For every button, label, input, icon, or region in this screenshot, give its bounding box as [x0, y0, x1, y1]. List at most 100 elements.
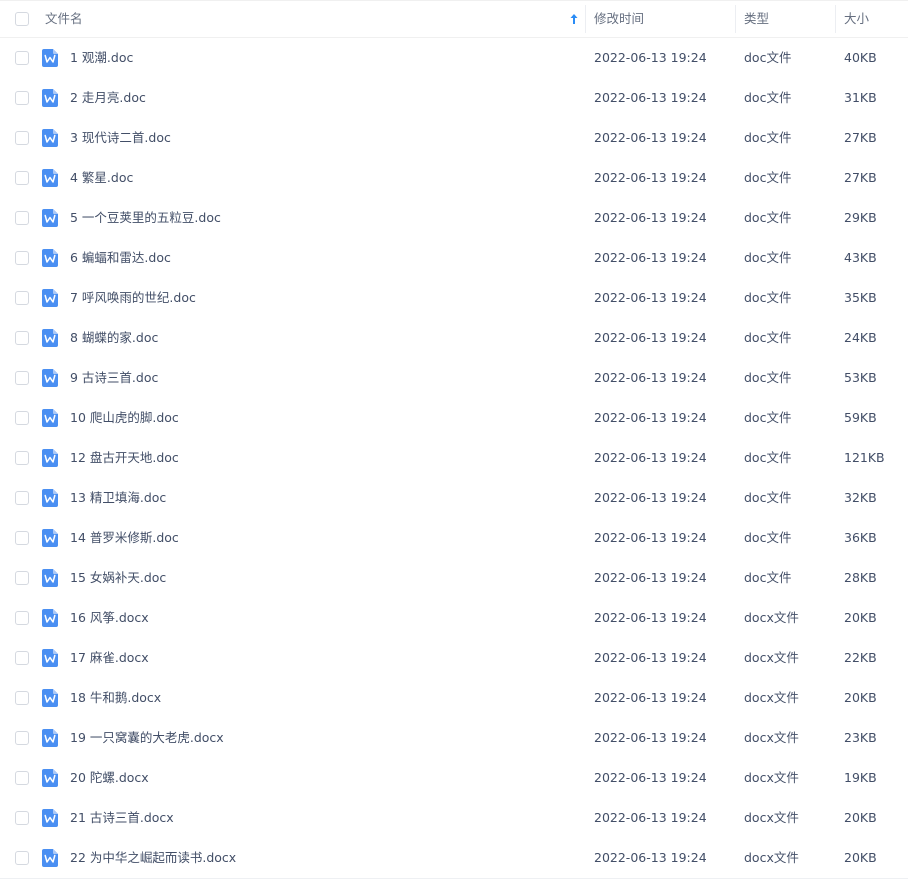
- table-row[interactable]: 20 陀螺.docx 2022-06-13 19:24 docx文件 19KB: [0, 758, 908, 798]
- file-name[interactable]: 17 麻雀.docx: [70, 638, 149, 678]
- table-row[interactable]: 12 盘古开天地.doc 2022-06-13 19:24 doc文件 121KB: [0, 438, 908, 478]
- file-name[interactable]: 5 一个豆荚里的五粒豆.doc: [70, 198, 221, 238]
- row-checkbox[interactable]: [15, 251, 29, 265]
- column-divider[interactable]: [835, 5, 836, 33]
- file-type: doc文件: [744, 530, 792, 545]
- file-name[interactable]: 2 走月亮.doc: [70, 78, 146, 118]
- row-checkbox[interactable]: [15, 371, 29, 385]
- table-row[interactable]: 9 古诗三首.doc 2022-06-13 19:24 doc文件 53KB: [0, 358, 908, 398]
- file-size: 27KB: [844, 130, 877, 145]
- file-size: 20KB: [844, 610, 877, 625]
- file-name[interactable]: 18 牛和鹅.docx: [70, 678, 161, 718]
- file-name[interactable]: 20 陀螺.docx: [70, 758, 149, 798]
- column-header-modified-time[interactable]: 修改时间: [594, 1, 644, 37]
- row-checkbox[interactable]: [15, 291, 29, 305]
- file-name[interactable]: 3 现代诗二首.doc: [70, 118, 171, 158]
- table-row[interactable]: 15 女娲补天.doc 2022-06-13 19:24 doc文件 28KB: [0, 558, 908, 598]
- modified-time: 2022-06-13 19:24: [594, 770, 707, 785]
- file-type: docx文件: [744, 730, 799, 745]
- row-checkbox[interactable]: [15, 91, 29, 105]
- file-name[interactable]: 19 一只窝囊的大老虎.docx: [70, 718, 224, 758]
- file-name[interactable]: 16 风筝.docx: [70, 598, 149, 638]
- row-checkbox[interactable]: [15, 171, 29, 185]
- file-type: doc文件: [744, 450, 792, 465]
- file-size: 20KB: [844, 850, 877, 865]
- row-checkbox[interactable]: [15, 611, 29, 625]
- table-row[interactable]: 17 麻雀.docx 2022-06-13 19:24 docx文件 22KB: [0, 638, 908, 678]
- row-checkbox[interactable]: [15, 651, 29, 665]
- file-name[interactable]: 4 繁星.doc: [70, 158, 133, 198]
- row-checkbox[interactable]: [15, 691, 29, 705]
- file-type: doc文件: [744, 490, 792, 505]
- file-name[interactable]: 22 为中华之崛起而读书.docx: [70, 838, 236, 878]
- word-document-icon: [42, 769, 58, 787]
- table-row[interactable]: 14 普罗米修斯.doc 2022-06-13 19:24 doc文件 36KB: [0, 518, 908, 558]
- word-document-icon: [42, 289, 58, 307]
- row-checkbox[interactable]: [15, 531, 29, 545]
- word-document-icon: [42, 649, 58, 667]
- table-header: 文件名 修改时间 类型 大小: [0, 0, 908, 38]
- file-type: doc文件: [744, 90, 792, 105]
- file-type: doc文件: [744, 50, 792, 65]
- row-checkbox[interactable]: [15, 51, 29, 65]
- modified-time: 2022-06-13 19:24: [594, 730, 707, 745]
- column-divider[interactable]: [735, 5, 736, 33]
- table-row[interactable]: 19 一只窝囊的大老虎.docx 2022-06-13 19:24 docx文件 23…: [0, 718, 908, 758]
- row-checkbox[interactable]: [15, 451, 29, 465]
- table-row[interactable]: 2 走月亮.doc 2022-06-13 19:24 doc文件 31KB: [0, 78, 908, 118]
- row-checkbox[interactable]: [15, 731, 29, 745]
- file-name[interactable]: 12 盘古开天地.doc: [70, 438, 179, 478]
- table-row[interactable]: 6 蝙蝠和雷达.doc 2022-06-13 19:24 doc文件 43KB: [0, 238, 908, 278]
- column-header-type[interactable]: 类型: [744, 1, 769, 37]
- row-checkbox[interactable]: [15, 211, 29, 225]
- arrow-up-icon[interactable]: [569, 13, 579, 25]
- row-checkbox[interactable]: [15, 131, 29, 145]
- file-size: 19KB: [844, 770, 877, 785]
- column-divider[interactable]: [585, 5, 586, 33]
- table-row[interactable]: 21 古诗三首.docx 2022-06-13 19:24 docx文件 20KB: [0, 798, 908, 838]
- word-document-icon: [42, 729, 58, 747]
- table-row[interactable]: 3 现代诗二首.doc 2022-06-13 19:24 doc文件 27KB: [0, 118, 908, 158]
- file-name[interactable]: 6 蝙蝠和雷达.doc: [70, 238, 171, 278]
- file-type: doc文件: [744, 370, 792, 385]
- file-name[interactable]: 13 精卫填海.doc: [70, 478, 166, 518]
- word-document-icon: [42, 849, 58, 867]
- modified-time: 2022-06-13 19:24: [594, 130, 707, 145]
- file-name[interactable]: 15 女娲补天.doc: [70, 558, 166, 598]
- table-row[interactable]: 18 牛和鹅.docx 2022-06-13 19:24 docx文件 20KB: [0, 678, 908, 718]
- row-checkbox[interactable]: [15, 491, 29, 505]
- word-document-icon: [42, 569, 58, 587]
- file-name[interactable]: 8 蝴蝶的家.doc: [70, 318, 158, 358]
- file-name[interactable]: 7 呼风唤雨的世纪.doc: [70, 278, 196, 318]
- file-name[interactable]: 21 古诗三首.docx: [70, 798, 174, 838]
- file-name[interactable]: 14 普罗米修斯.doc: [70, 518, 179, 558]
- row-checkbox[interactable]: [15, 331, 29, 345]
- row-checkbox[interactable]: [15, 771, 29, 785]
- table-row[interactable]: 7 呼风唤雨的世纪.doc 2022-06-13 19:24 doc文件 35KB: [0, 278, 908, 318]
- file-list: 1 观潮.doc 2022-06-13 19:24 doc文件 40KB 2 走月亮.d…: [0, 38, 908, 878]
- row-checkbox[interactable]: [15, 571, 29, 585]
- table-row[interactable]: 16 风筝.docx 2022-06-13 19:24 docx文件 20KB: [0, 598, 908, 638]
- row-checkbox[interactable]: [15, 851, 29, 865]
- file-name[interactable]: 1 观潮.doc: [70, 38, 133, 78]
- file-size: 29KB: [844, 210, 877, 225]
- table-row[interactable]: 8 蝴蝶的家.doc 2022-06-13 19:24 doc文件 24KB: [0, 318, 908, 358]
- select-all-checkbox[interactable]: [15, 12, 29, 26]
- word-document-icon: [42, 369, 58, 387]
- table-row[interactable]: 5 一个豆荚里的五粒豆.doc 2022-06-13 19:24 doc文件 29KB: [0, 198, 908, 238]
- table-row[interactable]: 1 观潮.doc 2022-06-13 19:24 doc文件 40KB: [0, 38, 908, 78]
- file-name[interactable]: 9 古诗三首.doc: [70, 358, 158, 398]
- file-type: docx文件: [744, 690, 799, 705]
- table-row[interactable]: 10 爬山虎的脚.doc 2022-06-13 19:24 doc文件 59KB: [0, 398, 908, 438]
- column-header-name[interactable]: 文件名: [45, 1, 585, 37]
- row-checkbox[interactable]: [15, 411, 29, 425]
- table-row[interactable]: 22 为中华之崛起而读书.docx 2022-06-13 19:24 docx文件 2…: [0, 838, 908, 878]
- file-size: 40KB: [844, 50, 877, 65]
- file-type: docx文件: [744, 650, 799, 665]
- file-size: 121KB: [844, 450, 885, 465]
- file-name[interactable]: 10 爬山虎的脚.doc: [70, 398, 179, 438]
- table-row[interactable]: 4 繁星.doc 2022-06-13 19:24 doc文件 27KB: [0, 158, 908, 198]
- row-checkbox[interactable]: [15, 811, 29, 825]
- table-row[interactable]: 13 精卫填海.doc 2022-06-13 19:24 doc文件 32KB: [0, 478, 908, 518]
- column-header-size[interactable]: 大小: [844, 1, 869, 37]
